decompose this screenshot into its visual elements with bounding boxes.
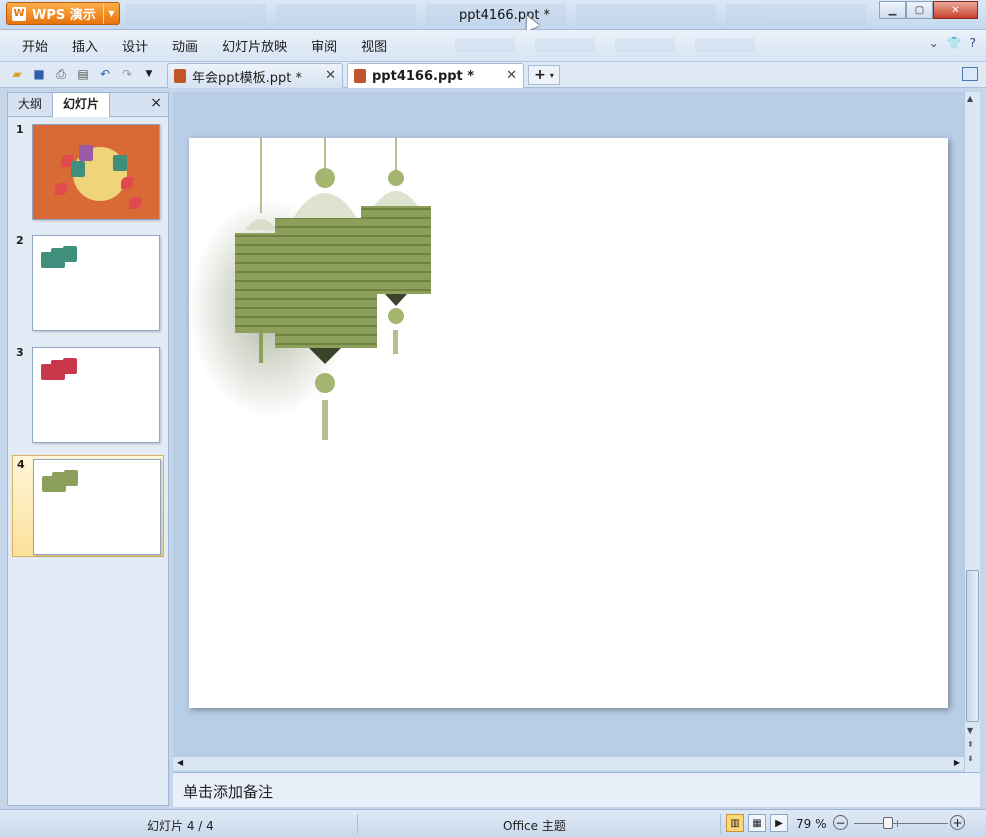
divider <box>357 814 358 834</box>
scroll-up-icon[interactable]: ▲ <box>967 94 973 103</box>
doc-tab-label: 年会ppt模板.ppt * <box>192 70 302 86</box>
menu-slideshow[interactable]: 幻灯片放映 <box>210 36 299 55</box>
zoom-slider-track[interactable] <box>854 823 948 824</box>
app-name: WPS 演示 <box>32 8 96 23</box>
menu-review[interactable]: 审阅 <box>299 36 349 55</box>
lantern-shape <box>63 246 77 262</box>
lantern-shape <box>64 470 78 486</box>
skin-shirt-icon[interactable]: 👕 <box>947 36 962 50</box>
flower-shape <box>55 183 67 195</box>
menu-animation[interactable]: 动画 <box>160 36 210 55</box>
slide-panel: 大纲 幻灯片 × 1 2 3 4 <box>7 92 169 806</box>
scroll-thumb[interactable] <box>966 570 979 722</box>
normal-view-icon[interactable]: ▥ <box>726 814 744 832</box>
wps-logo-icon: W <box>12 6 26 21</box>
save-icon[interactable]: ■ <box>30 65 48 83</box>
close-tab-icon[interactable]: ✕ <box>325 68 336 83</box>
zoom-slider-tick <box>897 820 898 827</box>
slide-thumbnail-row[interactable]: 3 <box>12 344 164 446</box>
status-bar: 幻灯片 4 / 4 Office 主题 ▥ ▦ ▶ 79 % − + <box>0 809 986 837</box>
slide-thumbnail[interactable] <box>32 235 160 331</box>
slide-number: 2 <box>16 234 24 247</box>
menu-bar: 开始 插入 设计 动画 幻灯片放映 审阅 视图 ⌄ 👕 ? <box>0 30 986 62</box>
slide-thumbnail[interactable] <box>32 347 160 443</box>
print-icon[interactable]: ⎙ <box>52 65 70 83</box>
open-folder-icon[interactable]: ▰ <box>8 65 26 83</box>
slide-thumbnail-row[interactable]: 1 <box>12 121 164 223</box>
blurred-region <box>455 38 755 52</box>
window-layout-icon[interactable] <box>962 67 978 81</box>
redo-icon[interactable]: ↷ <box>118 65 136 83</box>
close-tab-icon[interactable]: ✕ <box>506 68 517 83</box>
minimize-button[interactable]: ▁ <box>879 1 906 19</box>
window-controls: ▁ ▢ ✕ <box>879 1 978 19</box>
slide-thumbnail[interactable] <box>33 459 161 555</box>
undo-icon[interactable]: ↶ <box>96 65 114 83</box>
zoom-in-icon[interactable]: + <box>950 815 965 830</box>
flower-shape <box>129 197 141 209</box>
slide-number: 1 <box>16 123 24 136</box>
slideshow-view-icon[interactable]: ▶ <box>770 814 788 832</box>
new-tab-button[interactable]: + ▾ <box>528 65 560 85</box>
lantern-shape <box>113 155 127 171</box>
slide-indicator: 幻灯片 4 / 4 <box>147 819 214 833</box>
scroll-right-icon[interactable]: ▶ <box>954 758 960 767</box>
scroll-left-icon[interactable]: ◀ <box>177 758 183 767</box>
zoom-slider-knob[interactable] <box>883 817 893 829</box>
lantern-decoration <box>189 138 431 440</box>
divider <box>720 814 721 834</box>
chevron-down-icon[interactable]: ⌄ <box>929 36 939 50</box>
slide-thumbnail-row[interactable]: 2 <box>12 232 164 334</box>
tab-outline[interactable]: 大纲 <box>8 93 52 117</box>
wps-app-menu-button[interactable]: W WPS 演示 ▼ <box>6 2 120 25</box>
close-window-button[interactable]: ✕ <box>933 1 978 19</box>
slide-thumbnail-row-selected[interactable]: 4 <box>12 455 164 557</box>
ppt-file-icon <box>354 69 366 83</box>
zoom-out-icon[interactable]: − <box>833 815 848 830</box>
menu-view[interactable]: 视图 <box>349 36 399 55</box>
notes-placeholder[interactable]: 单击添加备注 <box>183 783 273 801</box>
lantern-shape <box>71 161 85 177</box>
maximize-button[interactable]: ▢ <box>906 1 933 19</box>
horizontal-scrollbar[interactable]: ◀ ▶ <box>173 756 964 770</box>
zoom-level: 79 % <box>796 817 827 831</box>
title-bar: W WPS 演示 ▼ ppt4166.ppt * ▁ ▢ ✕ <box>0 0 986 32</box>
doc-tab-label: ppt4166.ppt * <box>372 68 475 84</box>
slide-number: 3 <box>16 346 24 359</box>
close-panel-icon[interactable]: × <box>150 95 162 111</box>
ppt-file-icon <box>174 69 186 83</box>
slide-number: 4 <box>17 458 25 471</box>
slide-sorter-icon[interactable]: ▦ <box>748 814 766 832</box>
customize-dropdown-icon[interactable]: ▼ <box>140 65 158 83</box>
theme-name: Office 主题 <box>503 819 566 833</box>
doc-tab-ppt4166[interactable]: ppt4166.ppt * ✕ <box>347 63 524 88</box>
dropdown-arrow-icon[interactable]: ▼ <box>103 3 119 24</box>
vertical-scrollbar[interactable]: ▲ ▼ ⇞ ⇟ <box>964 92 980 772</box>
flower-shape <box>121 177 133 189</box>
scroll-down-icon[interactable]: ▼ <box>967 726 973 735</box>
help-icon[interactable]: ? <box>970 36 976 50</box>
lantern-shape <box>79 145 93 161</box>
slide-canvas[interactable] <box>189 138 948 708</box>
menu-insert[interactable]: 插入 <box>60 36 110 55</box>
prev-slide-icon[interactable]: ⇞ <box>967 740 974 749</box>
notes-pane[interactable]: 单击添加备注 <box>173 772 980 807</box>
quick-access-toolbar: ▰ ■ ⎙ ▤ ↶ ↷ ▼ 年会ppt模板.ppt * ✕ ppt4166.pp… <box>0 62 986 88</box>
menu-home[interactable]: 开始 <box>10 36 60 55</box>
slide-thumbnail[interactable] <box>32 124 160 220</box>
doc-tab-nianhui[interactable]: 年会ppt模板.ppt * ✕ <box>167 63 343 88</box>
menu-design[interactable]: 设计 <box>110 36 160 55</box>
tab-slides[interactable]: 幻灯片 <box>52 92 111 117</box>
next-slide-icon[interactable]: ⇟ <box>967 754 974 763</box>
lantern-shape <box>63 358 77 374</box>
print-preview-icon[interactable]: ▤ <box>74 65 92 83</box>
